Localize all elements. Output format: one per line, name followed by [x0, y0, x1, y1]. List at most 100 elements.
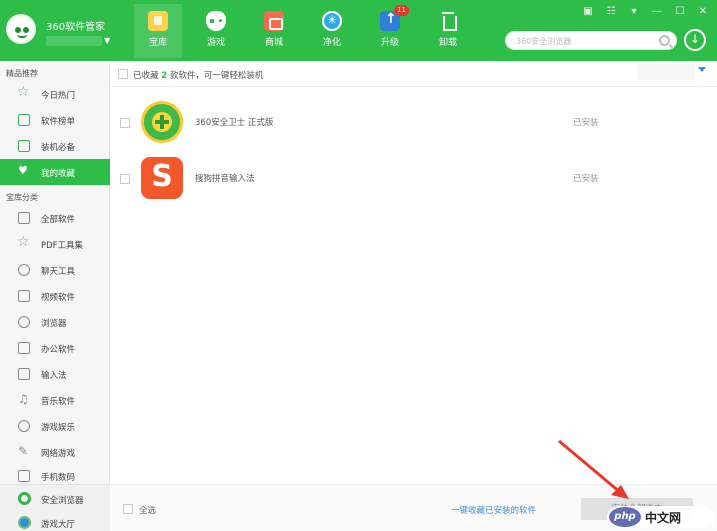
- app-title: 360软件管家: [46, 22, 106, 33]
- game-hall-link[interactable]: 游戏大厅: [41, 518, 75, 530]
- sidebar-item-label: 装机必备: [41, 143, 76, 153]
- sidebar: 精品推荐 今日热门 软件榜单 装机必备 我的收藏 宝库分类 全部软件 PDF工具…: [0, 61, 110, 531]
- safe-browser-link[interactable]: 安全浏览器: [41, 494, 84, 506]
- list-item[interactable]: 360安全卫士 正式版 已安装: [111, 94, 717, 150]
- nav-uninstall[interactable]: 卸载: [424, 4, 472, 58]
- gamepad-icon: [18, 420, 30, 432]
- sidebar-item-browser[interactable]: 浏览器: [0, 309, 110, 335]
- favorites-summary: 已收藏 2 款软件，可一键轻松装机: [133, 71, 264, 81]
- download-manager-icon[interactable]: ↓: [684, 29, 706, 51]
- chevron-down-icon[interactable]: [698, 67, 706, 72]
- account-name[interactable]: [46, 36, 102, 46]
- select-all-label[interactable]: 全选: [139, 504, 156, 516]
- app-checkbox[interactable]: [120, 174, 130, 184]
- sogou-icon: S: [141, 157, 183, 199]
- sidebar-item-label: PDF工具集: [41, 241, 84, 251]
- app-status: 已安装: [573, 118, 599, 128]
- trash-icon: [438, 11, 458, 31]
- app-status: 已安装: [573, 174, 599, 184]
- sidebar-item-essentials[interactable]: 装机必备: [0, 133, 110, 159]
- sidebar-item-label: 浏览器: [41, 319, 67, 329]
- sidebar-item-online-games[interactable]: 网络游戏: [0, 439, 110, 465]
- keyboard-icon: [18, 368, 30, 380]
- list-icon: [18, 114, 30, 126]
- nav-purify[interactable]: 净化: [308, 4, 356, 58]
- watermark-text: 中文网: [645, 511, 682, 525]
- nav-mall[interactable]: 商城: [250, 4, 298, 58]
- search-input[interactable]: [516, 35, 646, 47]
- sort-dropdown[interactable]: [637, 64, 695, 80]
- sidebar-item-favorites[interactable]: 我的收藏: [0, 159, 110, 185]
- sidebar-item-music[interactable]: 音乐软件: [0, 387, 110, 413]
- sidebar-item-rankings[interactable]: 软件榜单: [0, 107, 110, 133]
- phone-icon: [18, 470, 30, 482]
- sidebar-item-mobile-digital[interactable]: 手机数码: [0, 463, 110, 484]
- favorites-summary-bar: 已收藏 2 款软件，可一键轻松装机: [111, 61, 717, 87]
- nav-label: 升级: [380, 38, 399, 48]
- upgrade-count-badge: 11: [394, 5, 409, 16]
- gamepad-icon: [206, 11, 226, 31]
- sidebar-item-pdf-tools[interactable]: PDF工具集: [0, 231, 110, 257]
- video-icon: [18, 290, 30, 302]
- close-icon[interactable]: ✕: [697, 6, 709, 17]
- sidebar-item-all-software[interactable]: 全部软件: [0, 205, 110, 231]
- sidebar-item-today-hot[interactable]: 今日热门: [0, 81, 110, 107]
- chat-icon: [18, 264, 30, 276]
- nav-store[interactable]: 宝库: [134, 4, 182, 58]
- watermark: php 中文网: [607, 506, 715, 528]
- menu-icon[interactable]: ☷: [605, 6, 617, 17]
- browser-e-icon[interactable]: [18, 492, 31, 505]
- sidebar-item-label: 聊天工具: [41, 267, 76, 277]
- sidebar-item-chat[interactable]: 聊天工具: [0, 257, 110, 283]
- sidebar-item-label: 我的收藏: [41, 169, 76, 179]
- shopping-bag-icon: [264, 11, 284, 31]
- nav-label: 宝库: [148, 38, 167, 48]
- sidebar-item-label: 音乐软件: [41, 397, 76, 407]
- app-logo-icon[interactable]: [6, 14, 36, 44]
- sidebar-item-label: 软件榜单: [41, 117, 76, 127]
- maximize-icon[interactable]: ☐: [674, 6, 686, 17]
- nav-upgrade[interactable]: 11 升级: [366, 4, 414, 58]
- nav-label: 游戏: [206, 38, 225, 48]
- summary-checkbox[interactable]: [118, 69, 128, 79]
- sidebar-item-label: 网络游戏: [41, 449, 76, 459]
- star-icon: [17, 84, 30, 100]
- sidebar-item-game-entertainment[interactable]: 游戏娱乐: [0, 413, 110, 439]
- favorites-count: 2: [161, 71, 168, 81]
- sidebar-item-input-method[interactable]: 输入法: [0, 361, 110, 387]
- nav-label: 净化: [322, 38, 341, 48]
- star-outline-icon: [17, 234, 30, 250]
- app-name: 360安全卫士 正式版: [195, 118, 274, 128]
- sidebar-section-title: 宝库分类: [6, 193, 38, 202]
- sidebar-item-video[interactable]: 视频软件: [0, 283, 110, 309]
- skin-icon[interactable]: ▣: [582, 6, 594, 17]
- 360-safe-icon: [141, 101, 183, 143]
- nav-label: 商城: [264, 38, 283, 48]
- upgrade-icon: 11: [380, 5, 409, 31]
- store-icon: [148, 11, 168, 31]
- minimize-icon[interactable]: —: [651, 6, 663, 17]
- game-hall-icon[interactable]: [18, 516, 31, 529]
- grid-icon: [18, 212, 30, 224]
- dropdown-icon[interactable]: ▾: [628, 6, 640, 17]
- list-item[interactable]: S 搜狗拼音输入法 已安装: [111, 150, 717, 206]
- window-controls: ▣ ☷ ▾ — ☐ ✕: [582, 6, 709, 17]
- favorite-installed-link[interactable]: 一键收藏已安装的软件: [451, 504, 536, 516]
- sidebar-item-label: 手机数码: [41, 473, 76, 483]
- music-icon: [18, 392, 30, 406]
- sidebar-item-label: 视频软件: [41, 293, 76, 303]
- favorites-panel: 已收藏 2 款软件，可一键轻松装机 360安全卫士 正式版 已安装 S 搜狗拼音…: [111, 61, 717, 531]
- search-icon[interactable]: [659, 35, 670, 46]
- pen-icon: [18, 444, 30, 458]
- office-icon: [18, 342, 30, 354]
- sidebar-item-office[interactable]: 办公软件: [0, 335, 110, 361]
- app-checkbox[interactable]: [120, 118, 130, 128]
- select-all-checkbox[interactable]: [123, 504, 133, 514]
- app-name: 搜狗拼音输入法: [195, 174, 255, 184]
- sidebar-section-title: 精品推荐: [6, 69, 38, 78]
- monitor-icon: [18, 140, 30, 152]
- purify-icon: [322, 11, 342, 31]
- account-dropdown-icon[interactable]: ▼: [104, 36, 110, 45]
- nav-games[interactable]: 游戏: [192, 4, 240, 58]
- sidebar-item-label: 游戏娱乐: [41, 423, 76, 433]
